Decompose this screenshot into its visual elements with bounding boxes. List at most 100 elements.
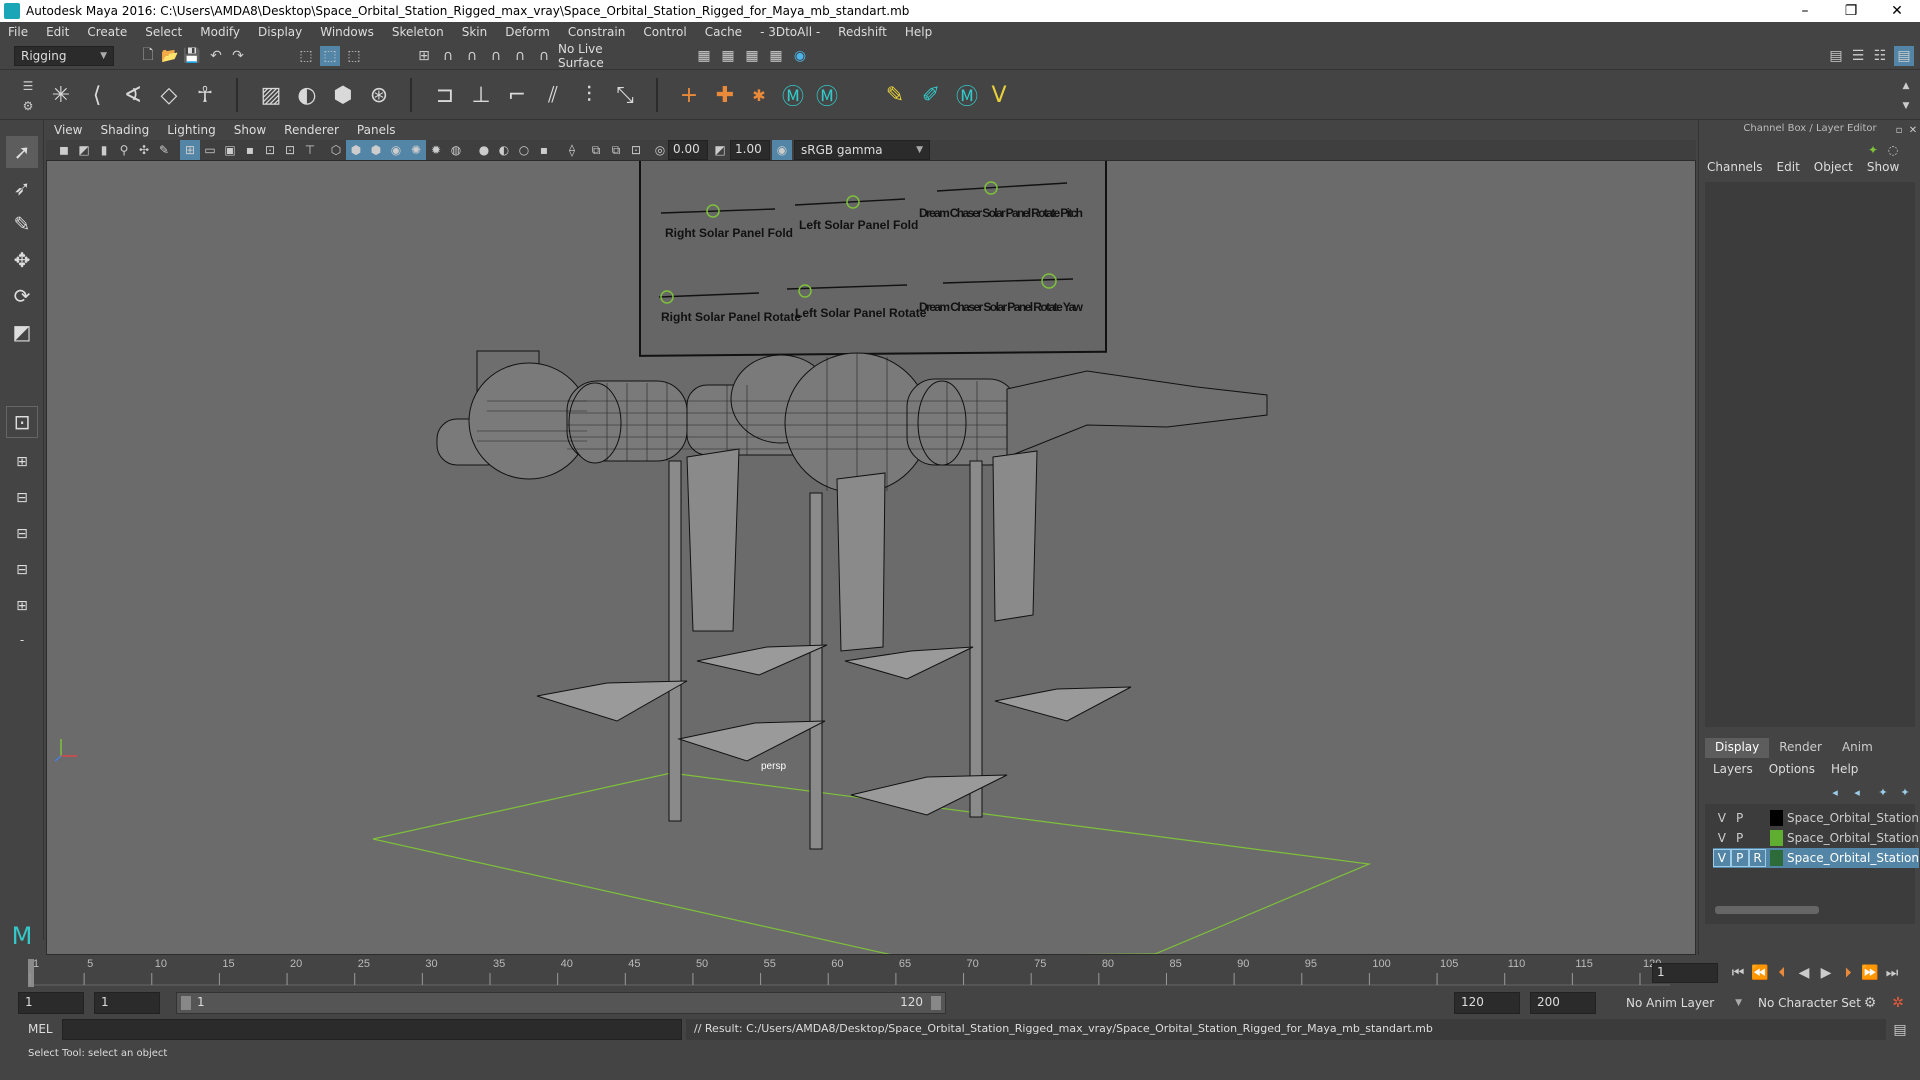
cluster-deformer-icon[interactable]: V	[984, 80, 1014, 110]
tab-display[interactable]: Display	[1705, 738, 1770, 758]
ik-spline-icon[interactable]: ⊥	[466, 80, 496, 110]
layer-reference-toggle[interactable]	[1748, 829, 1766, 847]
menu-constrain[interactable]: Constrain	[568, 25, 626, 39]
textured-icon[interactable]: ◉	[386, 140, 406, 160]
anim-prefs-icon[interactable]: ✲	[1888, 993, 1908, 1013]
aim-constraint-icon[interactable]: ✱	[744, 80, 774, 110]
playback-end-field[interactable]: 120	[1454, 992, 1520, 1014]
redo-icon[interactable]: ↷	[228, 46, 248, 66]
snap-surface-icon[interactable]: ∩	[510, 46, 530, 66]
backface-icon[interactable]: ⊡	[626, 140, 646, 160]
channel-box-toggle-icon[interactable]: ▤	[1894, 46, 1914, 66]
film-gate-icon[interactable]: ✣	[134, 140, 154, 160]
vp-menu-view[interactable]: View	[54, 123, 82, 137]
menu-deform[interactable]: Deform	[505, 25, 550, 39]
safe-title-icon[interactable]: ⊤	[300, 140, 320, 160]
layer-row[interactable]: V P Space_Orbital_Station	[1713, 828, 1919, 848]
xray-active-icon[interactable]: ⧉	[606, 140, 626, 160]
lattice-icon[interactable]: ⬢	[328, 80, 358, 110]
gamma-field[interactable]: 1.00	[730, 140, 770, 160]
vp-menu-renderer[interactable]: Renderer	[284, 123, 339, 137]
hypershade-layout-icon[interactable]: ⊟	[6, 554, 38, 586]
resolution-gate-icon[interactable]: ▣	[220, 140, 240, 160]
select-tool-icon[interactable]: ➚	[6, 136, 38, 168]
channels-menu[interactable]: Channels	[1707, 160, 1763, 174]
layer-color-swatch[interactable]	[1770, 830, 1784, 846]
xray-joints-icon[interactable]: ⧉	[586, 140, 606, 160]
new-scene-icon[interactable]: 🗋	[138, 46, 158, 66]
menu-skeleton[interactable]: Skeleton	[392, 25, 444, 39]
step-back-frame-icon[interactable]: ⏴	[1772, 963, 1792, 983]
play-backward-icon[interactable]: ◀	[1794, 963, 1814, 983]
layer-visibility-toggle[interactable]: V	[1713, 829, 1731, 847]
minimize-button[interactable]: –	[1782, 0, 1828, 22]
shelf-menu-icon[interactable]: ☰	[18, 76, 38, 96]
rotate-tool-icon[interactable]: ⟳	[6, 280, 38, 312]
soft-mod-icon[interactable]: ⤡	[610, 80, 640, 110]
step-forward-frame-icon[interactable]: ⏵	[1838, 963, 1858, 983]
parent-constraint-icon[interactable]: Ⓜ	[812, 80, 842, 110]
layer-playback-toggle[interactable]: P	[1731, 829, 1749, 847]
channel-object-menu[interactable]: Object	[1814, 160, 1853, 174]
snap-view-icon[interactable]: ∩	[486, 46, 506, 66]
open-scene-icon[interactable]: 📂	[160, 46, 180, 66]
wireframe-icon[interactable]: ⬡	[326, 140, 346, 160]
perspective-viewport[interactable]: Right Solar Panel Fold Left Solar Panel …	[46, 160, 1696, 955]
mirror-joint-icon[interactable]: ∢	[118, 80, 148, 110]
layer-options-menu[interactable]: Options	[1769, 762, 1815, 776]
menu-modify[interactable]: Modify	[200, 25, 240, 39]
layer-name[interactable]: Space_Orbital_Station	[1787, 831, 1919, 845]
layer-move-down-icon[interactable]: ◂	[1847, 782, 1867, 802]
tool-settings-icon[interactable]: ☷	[1870, 46, 1890, 66]
step-back-key-icon[interactable]: ⏪	[1750, 963, 1770, 983]
command-input[interactable]	[62, 1019, 682, 1040]
time-slider[interactable]: 1 5 10 15 20 25 30 35 40 45 50 55 60 65 70 75 80 85 90 95 10…	[0, 955, 1920, 990]
range-start-handle[interactable]	[181, 996, 191, 1010]
menu-set-dropdown[interactable]: Rigging ▼	[14, 46, 114, 66]
blend-shape-icon[interactable]: Ⓜ	[952, 80, 982, 110]
lasso-tool-icon[interactable]: ➶	[6, 172, 38, 204]
channel-list[interactable]	[1705, 182, 1915, 727]
anim-layer-dropdown[interactable]: No Anim Layer ▼	[1620, 992, 1748, 1014]
use-all-lights-icon[interactable]: ✺	[406, 140, 426, 160]
orient-joint-icon[interactable]: ◇	[154, 80, 184, 110]
select-hierarchy-icon[interactable]: ⬚	[296, 46, 316, 66]
paint-weights-icon[interactable]: ✐	[916, 80, 946, 110]
menu-control[interactable]: Control	[643, 25, 686, 39]
attribute-editor-icon[interactable]: ☰	[1848, 46, 1868, 66]
select-object-icon[interactable]: ⬚	[320, 46, 340, 66]
film-gate-toggle-icon[interactable]: ▭	[200, 140, 220, 160]
layer-help-menu[interactable]: Help	[1831, 762, 1858, 776]
persp-graph-layout-icon[interactable]: ⊟	[6, 518, 38, 550]
channel-box-icon-1[interactable]: ✦	[1863, 140, 1883, 160]
xray-icon[interactable]: ⟠	[562, 140, 582, 160]
gate-mask-icon[interactable]: ▪	[240, 140, 260, 160]
range-slider-track[interactable]: 1 120	[176, 992, 946, 1014]
smooth-shade-icon[interactable]: ⬢	[346, 140, 366, 160]
go-to-end-icon[interactable]: ⏭	[1882, 963, 1902, 983]
menu-create[interactable]: Create	[87, 25, 127, 39]
menu-select[interactable]: Select	[145, 25, 182, 39]
bookmark-icon[interactable]: ▮	[94, 140, 114, 160]
wireframe-on-shaded-icon[interactable]: ⬢	[366, 140, 386, 160]
layer-row[interactable]: V P Space_Orbital_Station	[1713, 808, 1919, 828]
camera-select-icon[interactable]: ◼	[54, 140, 74, 160]
layers-menu[interactable]: Layers	[1713, 762, 1753, 776]
modeling-toolkit-icon[interactable]: ▤	[1826, 46, 1846, 66]
auto-key-icon[interactable]: ⚙	[1860, 993, 1880, 1013]
ipr-render-icon[interactable]: ▦	[742, 46, 762, 66]
bend-deformer-icon[interactable]: ⫽	[538, 80, 568, 110]
menu-skin[interactable]: Skin	[462, 25, 488, 39]
motion-blur-icon[interactable]: ●	[474, 140, 494, 160]
channel-show-menu[interactable]: Show	[1867, 160, 1899, 174]
tab-render[interactable]: Render	[1769, 738, 1832, 758]
select-component-icon[interactable]: ⬚	[344, 46, 364, 66]
character-set-dropdown[interactable]: No Character Set	[1752, 992, 1870, 1014]
scale-tool-icon[interactable]: ◩	[6, 316, 38, 348]
panel-close-icon[interactable]: ✕	[1903, 120, 1920, 140]
layer-move-up-icon[interactable]: ◂	[1825, 782, 1845, 802]
script-editor-icon[interactable]: ▤	[1890, 1020, 1910, 1040]
locator-icon[interactable]: +	[674, 80, 704, 110]
shelf-settings-icon[interactable]: ⚙	[18, 96, 38, 116]
humanik-icon[interactable]: ☥	[190, 80, 220, 110]
